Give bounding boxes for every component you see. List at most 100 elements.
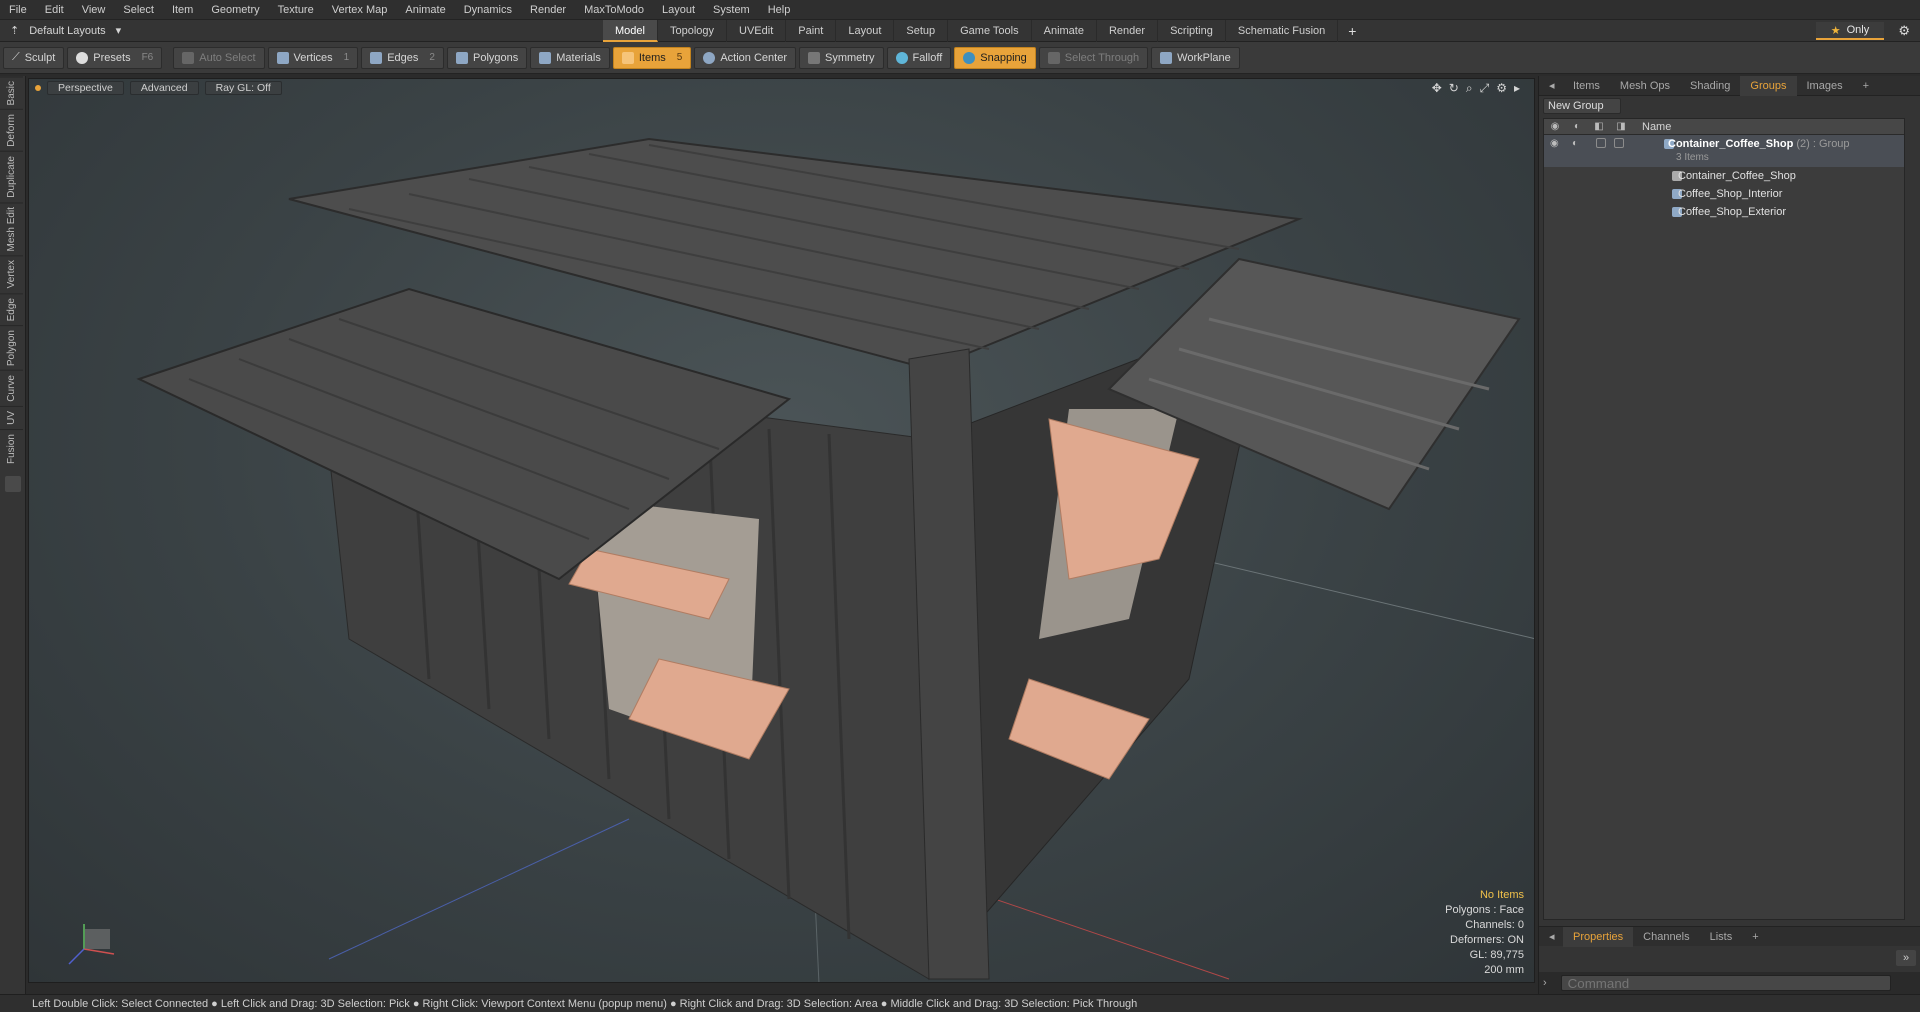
add-panel-tab-icon[interactable]: + [1853, 76, 1879, 96]
select-col-icon[interactable]: ◨ [1610, 121, 1632, 132]
tab-layout[interactable]: Layout [836, 20, 895, 42]
tab-items[interactable]: Items [1563, 76, 1610, 96]
tab-images[interactable]: Images [1797, 76, 1853, 96]
layout-selector-label: Default Layouts [29, 24, 106, 37]
render-col-icon[interactable]: ◐ [1566, 121, 1588, 132]
left-tool-tabs: Basic Deform Duplicate Mesh Edit Vertex … [0, 76, 26, 994]
vtab-fusion[interactable]: Fusion [0, 428, 23, 468]
vtab-duplicate[interactable]: Duplicate [0, 151, 23, 202]
eye-icon[interactable]: ◉ [1550, 138, 1566, 149]
menu-geometry[interactable]: Geometry [202, 0, 268, 20]
expand-tabs-button[interactable] [5, 475, 21, 492]
chevron-down-icon: ▾ [115, 25, 122, 37]
shading-mode-button[interactable]: Advanced [129, 81, 199, 95]
menu-view[interactable]: View [73, 0, 115, 20]
raygl-button[interactable]: Ray GL: Off [204, 81, 282, 95]
vtab-curve[interactable]: Curve [0, 370, 23, 406]
vertices-button[interactable]: Vertices 1 [267, 46, 359, 69]
menu-maxtomodo[interactable]: MaxToModo [575, 0, 653, 20]
add-tab-icon[interactable]: + [1338, 20, 1366, 42]
vtab-deform[interactable]: Deform [0, 109, 23, 152]
lock-checkbox[interactable] [1596, 138, 1606, 148]
info-items: No Items [1479, 889, 1524, 901]
auto-select-button[interactable]: Auto Select [173, 46, 265, 69]
tab-paint[interactable]: Paint [786, 20, 837, 42]
menu-help[interactable]: Help [759, 0, 800, 20]
vtab-vertex[interactable]: Vertex [0, 255, 23, 293]
symmetry-label: Symmetry [825, 51, 875, 64]
list-item[interactable]: Container_Coffee_Shop [1544, 167, 1904, 185]
tab-channels[interactable]: Channels [1633, 927, 1699, 947]
view-mode-button[interactable]: Perspective [47, 81, 124, 95]
list-item[interactable]: Coffee_Shop_Exterior [1544, 203, 1904, 221]
polygons-button[interactable]: Polygons [446, 46, 528, 69]
list-item-label: Coffee_Shop_Interior [1678, 188, 1783, 200]
3d-viewport[interactable]: Perspective Advanced Ray GL: Off ✥ ↻ ⌕ ⤢… [28, 78, 1535, 983]
tab-uvedit[interactable]: UVEdit [727, 20, 787, 42]
tab-game-tools[interactable]: Game Tools [948, 20, 1032, 42]
only-toggle[interactable]: ★ Only [1816, 22, 1884, 40]
snapping-button[interactable]: Snapping [954, 46, 1036, 69]
vtab-uv[interactable]: UV [0, 405, 23, 429]
tab-groups[interactable]: Groups [1740, 75, 1797, 96]
menu-system[interactable]: System [704, 0, 759, 20]
vtab-mesh-edit[interactable]: Mesh Edit [0, 201, 23, 256]
menu-select[interactable]: Select [114, 0, 163, 20]
symmetry-icon [808, 51, 820, 64]
visibility-col-icon[interactable]: ◉ [1544, 121, 1566, 132]
tab-scripting[interactable]: Scripting [1158, 20, 1226, 42]
lock-col-icon[interactable]: ◧ [1588, 121, 1610, 132]
workplane-button[interactable]: WorkPlane [1151, 46, 1240, 69]
tab-schematic-fusion[interactable]: Schematic Fusion [1226, 20, 1339, 42]
tab-properties[interactable]: Properties [1563, 926, 1634, 947]
menu-animate[interactable]: Animate [396, 0, 454, 20]
tab-setup[interactable]: Setup [894, 20, 949, 42]
edges-button[interactable]: Edges 2 [361, 46, 444, 69]
command-input[interactable] [1560, 975, 1891, 991]
move-view-icon[interactable]: ✥ [1432, 81, 1442, 96]
select-through-button[interactable]: Select Through [1038, 46, 1149, 69]
tab-mesh-ops[interactable]: Mesh Ops [1610, 76, 1680, 96]
materials-button[interactable]: Materials [530, 46, 610, 69]
select-checkbox[interactable] [1614, 138, 1624, 148]
tab-shading[interactable]: Shading [1680, 76, 1740, 96]
layout-selector[interactable]: ⇡ Default Layouts ▾ [4, 24, 204, 38]
tab-topology[interactable]: Topology [658, 20, 728, 42]
action-center-button[interactable]: Action Center [694, 46, 796, 69]
menu-vertex-map[interactable]: Vertex Map [323, 0, 397, 20]
sculpt-button[interactable]: ⟋ Sculpt [3, 46, 65, 69]
tab-model[interactable]: Model [603, 20, 658, 42]
viewport-menu-icon[interactable]: ▸ [1514, 81, 1520, 96]
new-group-button[interactable]: New Group [1543, 98, 1621, 114]
tab-lists[interactable]: Lists [1700, 927, 1743, 947]
symmetry-button[interactable]: Symmetry [799, 46, 884, 69]
menu-render[interactable]: Render [521, 0, 575, 20]
menu-layout[interactable]: Layout [653, 0, 704, 20]
viewport-settings-icon[interactable]: ⚙ [1496, 81, 1507, 96]
menu-item[interactable]: Item [163, 0, 202, 20]
menu-dynamics[interactable]: Dynamics [455, 0, 521, 20]
presets-button[interactable]: Presets F6 [67, 46, 163, 69]
tab-render[interactable]: Render [1097, 20, 1159, 42]
add-bottom-tab-icon[interactable]: + [1742, 927, 1768, 947]
fit-view-icon[interactable]: ⤢ [1480, 81, 1490, 96]
vtab-edge[interactable]: Edge [0, 292, 23, 326]
bottom-panel-menu-icon[interactable]: ◂ [1539, 927, 1563, 947]
menu-file[interactable]: File [0, 0, 36, 20]
panel-menu-icon[interactable]: ◂ [1539, 76, 1563, 96]
items-button[interactable]: Items 5 [612, 46, 692, 69]
gear-icon[interactable]: ⚙ [1898, 23, 1910, 39]
zoom-view-icon[interactable]: ⌕ [1466, 81, 1473, 96]
menu-edit[interactable]: Edit [36, 0, 73, 20]
render-icon[interactable]: ◐ [1572, 138, 1588, 149]
workplane-label: WorkPlane [1177, 51, 1231, 64]
falloff-button[interactable]: Falloff [886, 46, 952, 69]
vtab-basic[interactable]: Basic [0, 76, 23, 110]
menu-texture[interactable]: Texture [269, 0, 323, 20]
group-row[interactable]: ◉ ◐ Container_Coffee_Shop (2) : Group 3 … [1544, 135, 1904, 167]
vtab-polygon[interactable]: Polygon [0, 325, 23, 371]
rotate-view-icon[interactable]: ↻ [1449, 81, 1459, 96]
list-item[interactable]: Coffee_Shop_Interior [1544, 185, 1904, 203]
expand-arrows-icon[interactable]: » [1896, 950, 1916, 966]
tab-animate[interactable]: Animate [1032, 20, 1097, 42]
